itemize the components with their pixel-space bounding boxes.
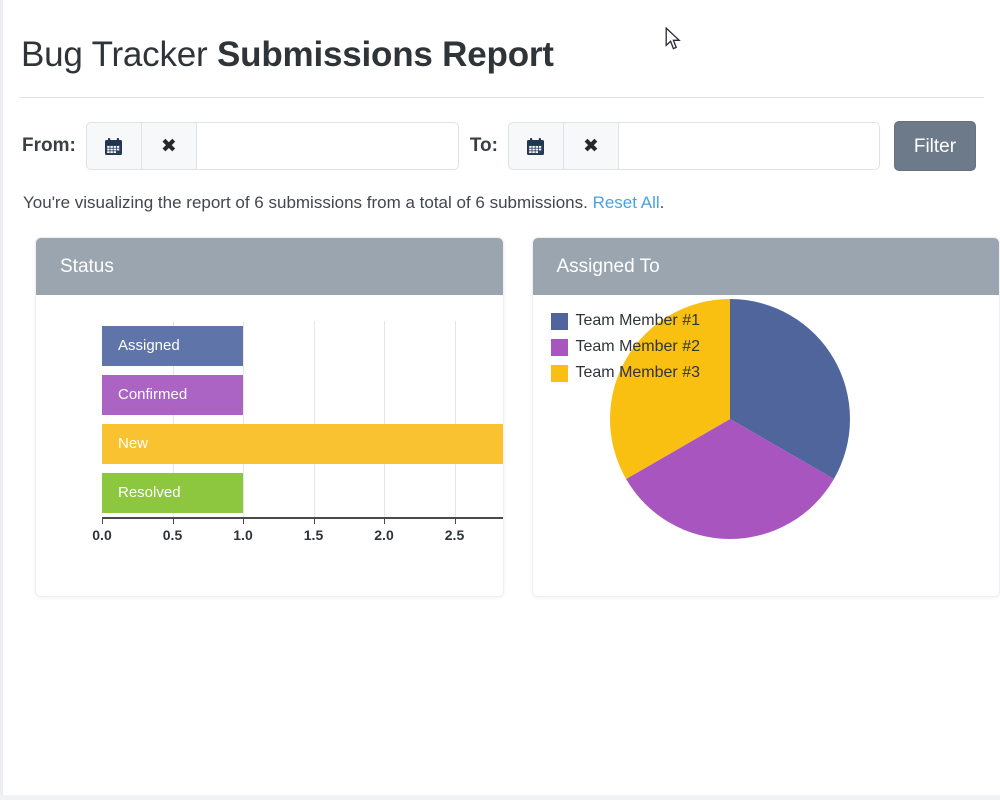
assigned-card-header: Assigned To: [533, 238, 1000, 295]
summary-text: You're visualizing the report of 6 submi…: [3, 171, 1000, 213]
summary-period: .: [660, 193, 665, 212]
page-header: Bug Tracker Submissions Report: [3, 0, 1000, 75]
bar-chart-x-tick: [314, 517, 315, 524]
status-card-body: Assigned Confirmed New Resolved 0.0 0.5 1.0 1.5…: [36, 295, 503, 596]
status-card-header: Status: [36, 238, 503, 295]
charts-row: Status Assigned Confirmed New Resolved 0.0 0.…: [3, 213, 1000, 597]
bar-chart-bar[interactable]: New: [102, 424, 504, 464]
to-clear-button[interactable]: ✖: [563, 122, 618, 170]
bar-chart-x-tick: [384, 517, 385, 524]
pie-legend: Team Member #1 Team Member #2 Team Member …: [551, 308, 701, 386]
bar-chart-x-tick-label: 1.5: [304, 527, 323, 543]
pie-legend-label: Team Member #2: [576, 338, 701, 356]
report-page: Bug Tracker Submissions Report From:: [3, 0, 1000, 795]
bar-chart-gridline: [314, 321, 315, 517]
calendar-icon: [526, 137, 545, 156]
from-date-input-group: ✖: [86, 122, 459, 170]
bar-chart-x-axis: [102, 517, 504, 519]
bar-chart-x-tick-label: 0.5: [163, 527, 182, 543]
bar-chart-x-tick: [243, 517, 244, 524]
assigned-card-title: Assigned To: [557, 256, 660, 278]
status-card: Status Assigned Confirmed New Resolved 0.0 0.…: [35, 237, 504, 597]
bar-chart-x-tick: [102, 517, 103, 524]
assigned-card-body: Team Member #1 Team Member #2 Team Member …: [533, 295, 1000, 596]
bar-chart-x-tick-label: 2.5: [445, 527, 464, 543]
viewport-bottom-edge: [0, 795, 1000, 800]
assigned-pie-chart[interactable]: Team Member #1 Team Member #2 Team Member …: [533, 295, 1000, 596]
filter-bar: From:: [3, 98, 1000, 171]
bar-chart-bar[interactable]: Assigned: [102, 326, 243, 366]
filter-button[interactable]: Filter: [894, 121, 976, 171]
bar-chart-gridline: [455, 321, 456, 517]
status-bar-chart[interactable]: Assigned Confirmed New Resolved 0.0 0.5 1.0 1.5…: [36, 295, 504, 596]
to-calendar-button[interactable]: [508, 122, 563, 170]
bar-chart-gridline: [384, 321, 385, 517]
pie-legend-item[interactable]: Team Member #3: [551, 360, 701, 386]
pie-legend-swatch: [551, 313, 568, 330]
reset-all-link[interactable]: Reset All: [593, 193, 660, 212]
clear-x-icon: ✖: [583, 137, 599, 156]
calendar-icon: [104, 137, 123, 156]
bar-chart-bar[interactable]: Resolved: [102, 473, 243, 513]
bar-chart-x-tick-label: 2.0: [374, 527, 393, 543]
bar-chart-x-tick-label: 0.0: [92, 527, 111, 543]
from-label: From:: [22, 135, 76, 157]
pie-legend-item[interactable]: Team Member #1: [551, 308, 701, 334]
bar-chart-x-tick-label: 1.0: [233, 527, 252, 543]
clear-x-icon: ✖: [161, 137, 177, 156]
page-title-bold: Submissions Report: [208, 35, 554, 74]
from-date-input[interactable]: [196, 122, 459, 170]
bar-chart-bar[interactable]: Confirmed: [102, 375, 243, 415]
pie-legend-item[interactable]: Team Member #2: [551, 334, 701, 360]
to-date-input[interactable]: [618, 122, 880, 170]
bar-chart-x-tick: [455, 517, 456, 524]
to-label: To:: [470, 135, 498, 157]
pie-legend-label: Team Member #1: [576, 312, 701, 330]
from-calendar-button[interactable]: [86, 122, 141, 170]
bar-chart-gridline: [243, 321, 244, 517]
page-title-light: Bug Tracker: [21, 35, 208, 74]
from-clear-button[interactable]: ✖: [141, 122, 196, 170]
page-title: Bug Tracker Submissions Report: [21, 34, 1000, 75]
to-date-input-group: ✖: [508, 122, 880, 170]
summary-sentence: You're visualizing the report of 6 submi…: [23, 193, 588, 212]
bar-chart-x-tick: [173, 517, 174, 524]
assigned-card: Assigned To Team Member #1 Team Member #2…: [532, 237, 1000, 597]
pie-legend-swatch: [551, 365, 568, 382]
pie-legend-swatch: [551, 339, 568, 356]
pie-legend-label: Team Member #3: [576, 364, 701, 382]
status-card-title: Status: [60, 256, 114, 278]
